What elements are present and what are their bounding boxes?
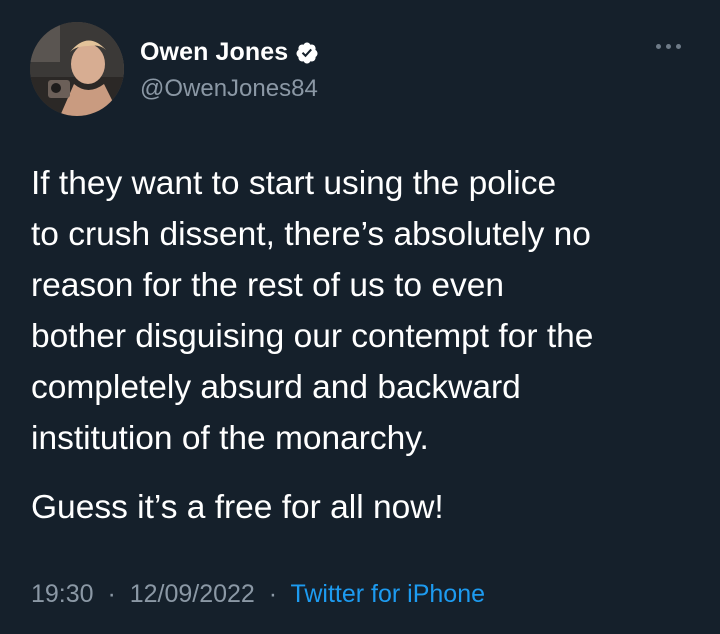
tweet-card: Owen Jones @OwenJones84 If they want to … — [0, 0, 720, 634]
tweet-date[interactable]: 12/09/2022 — [130, 580, 255, 608]
author-display-name[interactable]: Owen Jones — [140, 38, 288, 67]
verified-badge-icon — [295, 41, 319, 65]
tweet-text-line: reason for the rest of us to even — [31, 267, 504, 304]
author-name-row[interactable]: Owen Jones — [140, 38, 319, 67]
tweet-text-line: completely absurd and backward — [31, 369, 521, 406]
more-dot — [656, 44, 661, 49]
tweet-metadata: 19:30 · 12/09/2022 · Twitter for iPhone — [31, 580, 485, 609]
tweet-text-line: If they want to start using the police — [31, 165, 557, 202]
author-handle[interactable]: @OwenJones84 — [140, 75, 318, 103]
tweet-text: If they want to start using the police t… — [31, 158, 701, 464]
tweet-text-line: bother disguising our contempt for the — [31, 318, 594, 355]
tweet-time[interactable]: 19:30 — [31, 580, 94, 608]
tweet-text-line: to crush dissent, there’s absolutely no — [31, 216, 591, 253]
tweet-source-link[interactable]: Twitter for iPhone — [290, 580, 485, 608]
tweet-text-line: institution of the monarchy. — [31, 420, 429, 457]
avatar-photo-icon — [30, 22, 124, 116]
tweet-text-second-paragraph: Guess it’s a free for all now! — [31, 489, 444, 526]
more-options-icon[interactable] — [656, 44, 681, 49]
meta-separator: · — [100, 580, 123, 608]
more-dot — [676, 44, 681, 49]
avatar[interactable] — [30, 22, 124, 116]
more-dot — [666, 44, 671, 49]
meta-separator: · — [261, 580, 284, 608]
